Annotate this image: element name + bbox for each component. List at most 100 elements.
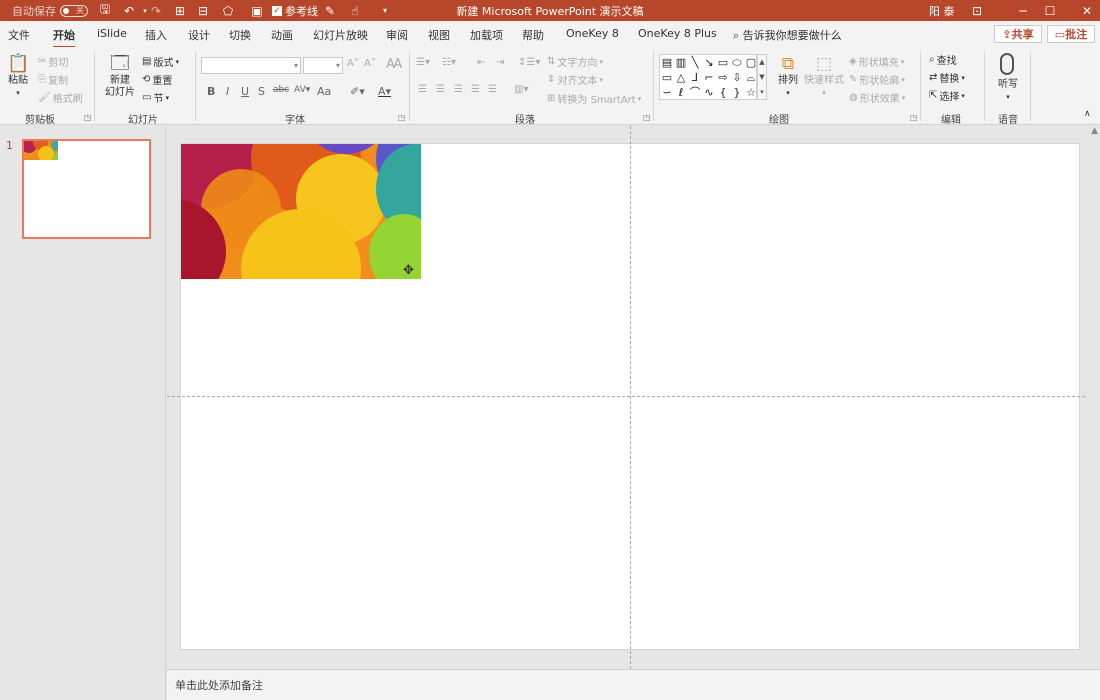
ribbon-display-options-icon[interactable]: ⊡ (964, 0, 990, 21)
shape-fill-button[interactable]: ◈ 形状填充 ▾ (849, 54, 904, 69)
dictate-button[interactable]: 听写 ▾ (994, 79, 1022, 103)
font-size-combobox[interactable]: ▾ (303, 57, 343, 74)
tab-help[interactable]: 帮助 (522, 27, 544, 43)
align-objects-icon[interactable]: ⊟ (195, 0, 211, 21)
oval-shape-icon[interactable]: ⬭ (730, 55, 744, 70)
clear-formatting-icon[interactable]: Ꜳ (386, 57, 402, 72)
user-name[interactable]: 阳 泰 (929, 0, 955, 21)
convert-smartart-button[interactable]: ⊞ 转换为 SmartArt ▾ (547, 91, 641, 106)
autosave-toggle[interactable]: 自动保存 关 (12, 0, 88, 21)
numbering-icon[interactable]: ☷▾ (442, 57, 456, 68)
maximize-icon[interactable]: ☐ (1037, 0, 1063, 21)
undo-icon[interactable]: ↶ (121, 0, 137, 21)
bullets-icon[interactable]: ☰▾ (416, 57, 430, 68)
text-box-icon[interactable]: ▣ (249, 0, 265, 21)
shapes-gallery[interactable]: ▤ ▥ ╲ ↘ ▭ ⬭ ▢ ▭ △ ⅃ ⌐ ⇨ ⇩ ⌓ ∽ ℓ ⌒ ∿ { } … (659, 54, 757, 100)
start-from-beginning-icon[interactable]: ⊞ (172, 0, 188, 21)
align-center-icon[interactable]: ☰ (436, 84, 445, 95)
curve-shape-icon[interactable]: ∽ (660, 85, 674, 100)
down-arrow-shape-icon[interactable]: ⇩ (730, 70, 744, 85)
tab-insert[interactable]: 插入 (145, 27, 167, 43)
tab-design[interactable]: 设计 (188, 27, 210, 43)
decrease-font-icon[interactable]: A˅ (364, 58, 376, 69)
underline-button[interactable]: U (241, 85, 249, 98)
increase-indent-icon[interactable]: ⇥ (496, 57, 504, 68)
distributed-icon[interactable]: ☰ (488, 84, 497, 95)
vertical-scrollbar[interactable] (1086, 126, 1100, 669)
tab-file[interactable]: 文件 (8, 27, 30, 43)
freeform-shape-icon[interactable]: ⌓ (744, 70, 758, 85)
align-left-icon[interactable]: ☰ (418, 84, 427, 95)
dialog-launcher-icon[interactable]: ◳ (910, 113, 918, 122)
collapse-ribbon-icon[interactable]: ∧ (1084, 109, 1091, 119)
quick-styles-button[interactable]: ⬚ 快速样式 ▾ (804, 53, 844, 99)
arc-shape-icon[interactable]: ⌒ (688, 85, 702, 100)
align-text-button[interactable]: ⇕ 对齐文本 ▾ (547, 72, 603, 87)
arrow-line-shape-icon[interactable]: ↘ (702, 55, 716, 70)
minimize-icon[interactable]: ─ (1010, 0, 1036, 21)
copy-button[interactable]: ⎘ 复制 (38, 72, 68, 87)
tell-me-box[interactable]: ⌕ 告诉我你想要做什么 (733, 27, 842, 43)
cut-button[interactable]: ✂ 剪切 (38, 54, 68, 69)
tab-transitions[interactable]: 切换 (229, 27, 251, 43)
pen-icon[interactable]: ✎ (322, 0, 338, 21)
dialog-launcher-icon[interactable]: ◳ (398, 113, 406, 122)
elbow-connector-shape-icon[interactable]: ⌐ (702, 70, 716, 85)
tab-onekey8-plus[interactable]: OneKey 8 Plus (638, 27, 717, 40)
align-right-icon[interactable]: ☰ (454, 84, 463, 95)
wave-shape-icon[interactable]: ∿ (702, 85, 716, 100)
tab-slideshow[interactable]: 幻灯片放映 (313, 27, 368, 43)
share-button[interactable]: ⇪ 共享 (994, 25, 1042, 43)
text-shadow-button[interactable]: S (258, 85, 265, 98)
layout-button[interactable]: ▤ 版式 ▾ (142, 54, 179, 69)
shape-icon[interactable]: ⬠ (220, 0, 236, 21)
select-button[interactable]: ⇱ 选择 ▾ (929, 88, 965, 103)
tab-addins[interactable]: 加载项 (470, 27, 503, 43)
shape-outline-button[interactable]: ✎ 形状轮廓 ▾ (849, 72, 905, 87)
text-direction-button[interactable]: ⇅ 文字方向 ▾ (547, 54, 603, 69)
italic-button[interactable]: I (226, 85, 229, 98)
right-arrow-shape-icon[interactable]: ⇨ (716, 70, 730, 85)
autosave-switch[interactable]: 关 (60, 4, 88, 17)
columns-icon[interactable]: ▥▾ (514, 84, 528, 95)
arrange-button[interactable]: ⧉ 排列 ▾ (776, 53, 800, 99)
decrease-indent-icon[interactable]: ⇤ (477, 57, 485, 68)
shape-effects-button[interactable]: ◍ 形状效果 ▾ (849, 90, 905, 105)
rounded-rect-shape-icon[interactable]: ▢ (744, 55, 758, 70)
strikethrough-button[interactable]: abc (273, 85, 289, 95)
vertical-textbox-shape-icon[interactable]: ▥ (674, 55, 688, 70)
bold-button[interactable]: B (207, 85, 215, 98)
line-shape-icon[interactable]: ╲ (688, 55, 702, 70)
left-brace-shape-icon[interactable]: { (716, 85, 730, 100)
shapes-gallery-scroll[interactable]: ▲ ▼ ▾ (757, 54, 767, 100)
tab-home[interactable]: 开始 (53, 27, 75, 48)
tab-view[interactable]: 视图 (428, 27, 450, 43)
replace-button[interactable]: ⇄ 替换 ▾ (929, 70, 965, 85)
star-shape-icon[interactable]: ☆ (744, 85, 758, 100)
increase-font-icon[interactable]: A˄ (347, 58, 359, 69)
rectangle-shape-icon[interactable]: ▭ (660, 70, 674, 85)
touch-mode-icon[interactable]: ☝ (347, 0, 363, 21)
reset-button[interactable]: ⟲ 重置 (142, 72, 172, 87)
dialog-launcher-icon[interactable]: ◳ (84, 113, 92, 122)
section-button[interactable]: ▭ 节 ▾ (142, 90, 169, 105)
horizontal-guide[interactable] (167, 396, 1100, 397)
change-case-button[interactable]: Aa (317, 85, 331, 98)
dialog-launcher-icon[interactable]: ◳ (643, 113, 651, 122)
highlight-icon[interactable]: ✐▾ (350, 85, 365, 98)
rectangle-shape-icon[interactable]: ▭ (716, 55, 730, 70)
tab-review[interactable]: 审阅 (386, 27, 408, 43)
font-color-icon[interactable]: A▾ (378, 85, 391, 98)
slide-thumbnail[interactable] (22, 139, 151, 239)
connector-shape-icon[interactable]: ⅃ (688, 70, 702, 85)
notes-pane[interactable]: 单击此处添加备注 (167, 669, 1100, 700)
tab-onekey8[interactable]: OneKey 8 (566, 27, 619, 40)
paste-button[interactable]: 📋 粘贴 ▾ (7, 53, 29, 99)
microphone-icon[interactable] (1000, 53, 1014, 75)
scribble-shape-icon[interactable]: ℓ (674, 85, 688, 100)
save-icon[interactable]: 🖫 (97, 0, 113, 21)
tab-islide[interactable]: iSlide (97, 27, 127, 40)
redo-icon[interactable]: ↷ (148, 0, 164, 21)
customize-qat-icon[interactable]: ▾ (377, 0, 393, 21)
font-name-combobox[interactable]: ▾ (201, 57, 301, 74)
